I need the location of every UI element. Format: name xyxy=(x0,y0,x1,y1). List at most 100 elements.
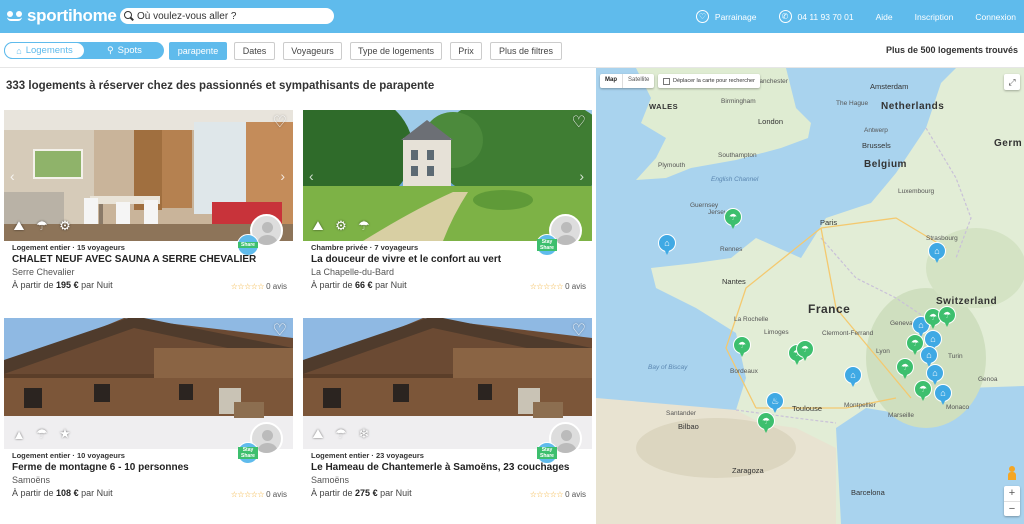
filter-bar: ⌂ Logements ⚲ Spots parapente Dates Voya… xyxy=(0,33,1024,68)
favorite-heart-icon[interactable]: ♡ xyxy=(572,323,586,339)
sportihome-logo[interactable]: sportihome xyxy=(6,6,117,26)
home-icon: ⌂ xyxy=(16,45,22,56)
filter-travelers[interactable]: Voyageurs xyxy=(283,42,342,60)
results-map[interactable]: WALES Netherlands Belgium France Switzer… xyxy=(596,68,1024,524)
listing-card[interactable]: ♡ ‹ › ⛰ ☂ ⚙ Share Logement entier · 15 v… xyxy=(4,110,293,310)
listing-card[interactable]: ♡ ▲ ☂ ★ Stay Share Logement entier · 10 … xyxy=(4,318,293,518)
paragliding-icon: ☂ xyxy=(36,426,48,441)
stay-share-badge: Stay Share xyxy=(536,234,558,256)
listing-title[interactable]: CHALET NEUF AVEC SAUNA A SERRE CHEVALIER xyxy=(12,254,256,265)
map-label-sea: English Channel xyxy=(711,176,759,183)
move-search-checkbox[interactable] xyxy=(663,77,670,85)
zoom-out-button[interactable]: − xyxy=(1004,500,1020,517)
map-label-country: Luxembourg xyxy=(898,188,935,195)
map-label-city: Plymouth xyxy=(658,162,686,169)
map-label-city: Bordeaux xyxy=(730,368,758,375)
listing-photo[interactable]: ♡ ‹ › ⛰ ⚙ ☂ xyxy=(303,110,592,241)
map-label-city: Guernsey xyxy=(690,202,719,209)
search-box[interactable] xyxy=(120,8,334,24)
listing-city: La Chapelle-du-Bard xyxy=(311,267,395,277)
listing-city: Serre Chevalier xyxy=(12,267,75,277)
toggle-spots[interactable]: ⚲ Spots xyxy=(85,42,164,59)
cycling-icon: ⚙ xyxy=(59,218,71,233)
map-type-satellite-button[interactable]: Satellite xyxy=(622,74,654,88)
top-navbar: sportihome ♡ Parrainage ✆ 04 11 93 70 01… xyxy=(0,0,1024,33)
referral-link[interactable]: ♡ Parrainage xyxy=(695,10,757,23)
prev-photo-chevron-icon[interactable]: ‹ xyxy=(309,168,314,184)
map-label-city: Lyon xyxy=(876,348,890,355)
map-label-city: Zaragoza xyxy=(732,466,764,475)
prev-photo-chevron-icon[interactable]: ‹ xyxy=(10,168,15,184)
fullscreen-icon[interactable]: ⤢ xyxy=(1004,74,1020,90)
listing-title[interactable]: La douceur de vivre et le confort au ver… xyxy=(311,254,501,265)
listing-title[interactable]: Le Hameau de Chantemerle à Samoëns, 23 c… xyxy=(311,462,569,473)
listing-card[interactable]: ♡ ‹ › ⛰ ⚙ ☂ Stay Share Chambre privée · … xyxy=(303,110,592,310)
help-link[interactable]: Aide xyxy=(876,12,893,22)
map-label-city: Strasbourg xyxy=(926,235,958,242)
favorite-heart-icon[interactable]: ♡ xyxy=(572,115,586,131)
search-input[interactable] xyxy=(137,10,327,22)
phone-icon: ✆ xyxy=(778,10,792,23)
listing-price: À partir de 275 € par Nuit xyxy=(311,488,412,498)
header-links: ♡ Parrainage ✆ 04 11 93 70 01 Aide Inscr… xyxy=(674,0,1016,33)
logo-icon xyxy=(6,11,24,21)
listing-rating: ☆☆☆☆☆ 0 avis xyxy=(230,282,287,291)
zoom-control: + − xyxy=(1004,486,1020,516)
filter-dates[interactable]: Dates xyxy=(234,42,275,60)
paragliding-icon: ☂ xyxy=(358,218,370,233)
move-to-search-toggle[interactable]: Déplacer la carte pour rechercher xyxy=(658,74,760,88)
paragliding-icon: ☂ xyxy=(335,426,347,441)
skiing-icon: ❄ xyxy=(358,426,370,441)
listing-rating: ☆☆☆☆☆ 0 avis xyxy=(529,282,586,291)
toggle-logements[interactable]: ⌂ Logements xyxy=(4,42,85,59)
activities: ⛰ ☂ ❄ xyxy=(309,425,378,443)
hiking-icon: ⛰ xyxy=(312,426,324,441)
listing-photo[interactable]: ♡ ⛰ ☂ ❄ xyxy=(303,318,592,449)
listing-price: À partir de 66 € par Nuit xyxy=(311,280,407,290)
favorite-heart-icon[interactable]: ♡ xyxy=(273,115,287,131)
next-photo-chevron-icon[interactable]: › xyxy=(579,168,584,184)
map-label-city: Birmingham xyxy=(721,98,756,105)
listing-city: Samoëns xyxy=(311,475,350,485)
star-rating-icon: ☆☆☆☆☆ xyxy=(529,282,564,291)
stay-share-badge: Stay Share xyxy=(536,442,558,464)
map-label-city: Barcelona xyxy=(851,488,885,497)
star-rating-icon: ☆☆☆☆☆ xyxy=(230,282,265,291)
hiking-icon: ⛰ xyxy=(13,218,25,233)
listing-meta: Logement entier · 23 voyageurs xyxy=(311,451,424,460)
star-rating-icon: ☆☆☆☆☆ xyxy=(529,490,564,499)
filter-housing-type[interactable]: Type de logements xyxy=(350,42,442,60)
phone-link[interactable]: ✆ 04 11 93 70 01 xyxy=(778,10,854,23)
map-label-city: Amsterdam xyxy=(870,82,909,91)
login-link[interactable]: Connexion xyxy=(975,12,1016,22)
listing-meta: Logement entier · 10 voyageurs xyxy=(12,451,125,460)
housing-spots-toggle: ⌂ Logements ⚲ Spots xyxy=(4,42,164,59)
listing-title[interactable]: Ferme de montagne 6 - 10 personnes xyxy=(12,462,189,473)
listing-card[interactable]: ♡ ⛰ ☂ ❄ Stay Share Logement entier · 23 … xyxy=(303,318,592,518)
listing-city: Samoëns xyxy=(12,475,51,485)
map-label-country: WALES xyxy=(649,102,679,111)
results-count: Plus de 500 logements trouvés xyxy=(885,45,1018,55)
listing-photo[interactable]: ♡ ▲ ☂ ★ xyxy=(4,318,293,449)
filter-sport-parapente[interactable]: parapente xyxy=(169,42,227,60)
paragliding-icon: ☂ xyxy=(36,218,48,233)
filter-more[interactable]: Plus de filtres xyxy=(490,42,562,60)
listing-photo[interactable]: ♡ ‹ › ⛰ ☂ ⚙ xyxy=(4,110,293,241)
map-label-city: Nantes xyxy=(722,277,746,286)
zoom-in-button[interactable]: + xyxy=(1004,486,1020,501)
listing-price: À partir de 195 € par Nuit xyxy=(12,280,113,290)
heart-icon: ♡ xyxy=(695,10,709,23)
activities: ⛰ ⚙ ☂ xyxy=(309,217,378,235)
next-photo-chevron-icon[interactable]: › xyxy=(280,168,285,184)
signup-link[interactable]: Inscription xyxy=(915,12,954,22)
pin-icon: ⚲ xyxy=(107,45,114,55)
map-label-city: Geneva xyxy=(890,320,913,327)
listing-meta: Chambre privée · 7 voyageurs xyxy=(311,243,419,252)
listing-rating: ☆☆☆☆☆ 0 avis xyxy=(529,490,586,499)
filter-price[interactable]: Prix xyxy=(450,42,482,60)
map-label-city: Turin xyxy=(948,353,963,360)
map-label-city: Montpellier xyxy=(844,402,876,409)
favorite-heart-icon[interactable]: ♡ xyxy=(273,323,287,339)
map-type-map-button[interactable]: Map xyxy=(600,74,622,88)
results-title: 333 logements à réserver chez des passio… xyxy=(6,80,435,92)
